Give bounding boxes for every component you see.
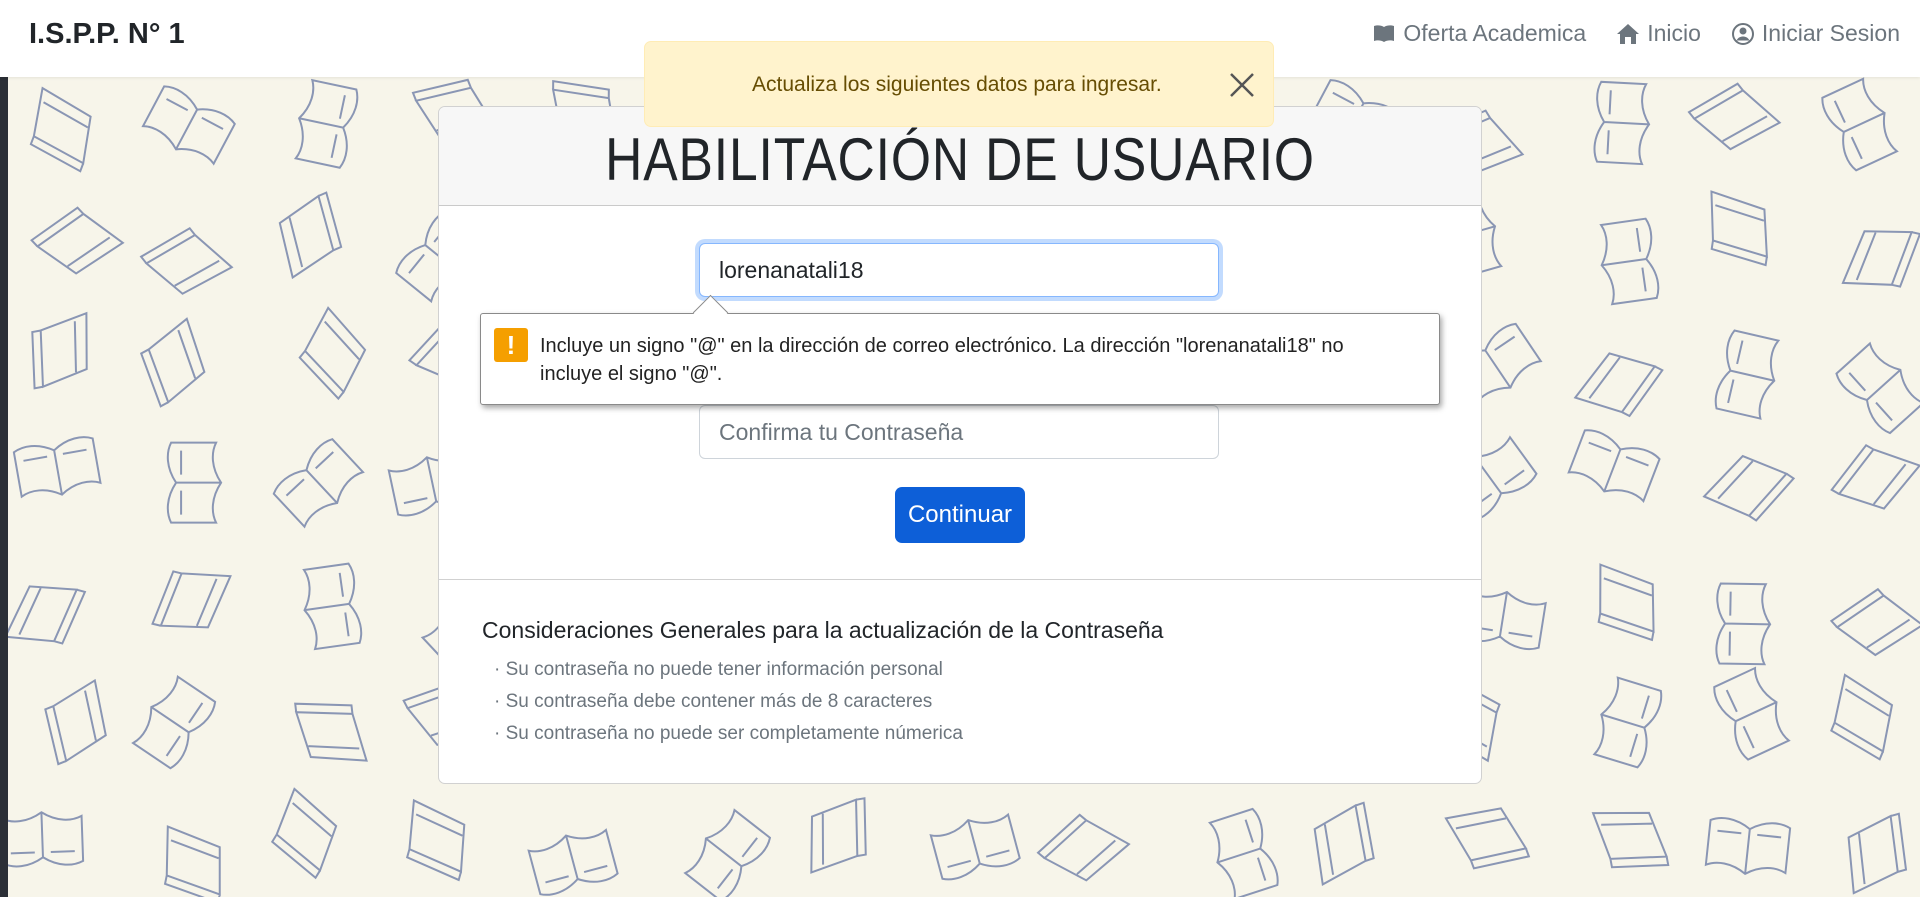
warning-icon: ! [494,328,528,362]
brand-logo[interactable]: I.S.P.P. N° 1 [29,18,185,51]
warning-alert: Actualiza los siguientes datos para ingr… [644,41,1274,127]
continue-button[interactable]: Continuar [895,487,1025,543]
alert-message: Actualiza los siguientes datos para ingr… [752,73,1162,96]
nav-link-label: Inicio [1647,20,1701,46]
list-item: · Su contraseña no puede ser completamen… [494,723,963,744]
password-rules-list: · Su contraseña no puede tener informaci… [494,654,963,750]
list-item: · Su contraseña no puede tener informaci… [494,659,943,680]
book-icon [1374,24,1395,42]
home-icon [1617,23,1640,44]
validation-tooltip: ! Incluye un signo "@" en la dirección d… [480,294,1440,405]
considerations-title: Consideraciones Generales para la actual… [482,617,1164,643]
nav-link-iniciar-sesion[interactable]: Iniciar Sesion [1731,20,1900,47]
nav-link-label: Oferta Academica [1403,20,1587,46]
confirm-password-field[interactable] [699,405,1219,459]
card-divider [439,579,1481,580]
email-field[interactable] [699,243,1219,297]
user-circle-icon [1731,22,1754,45]
close-icon[interactable] [1227,70,1257,100]
nav-link-inicio[interactable]: Inicio [1616,20,1701,47]
nav-link-oferta-academica[interactable]: Oferta Academica [1372,20,1586,47]
window-left-edge [0,0,8,897]
validation-message: Incluye un signo "@" en la dirección de … [540,335,1344,385]
activation-card: HABILITACIÓN DE USUARIO Continuar Consid… [438,106,1482,784]
list-item: · Su contraseña debe contener más de 8 c… [494,691,933,712]
nav-links: Oferta Academica Inicio Iniciar Sesion [1372,20,1900,47]
nav-link-label: Iniciar Sesion [1761,20,1900,46]
